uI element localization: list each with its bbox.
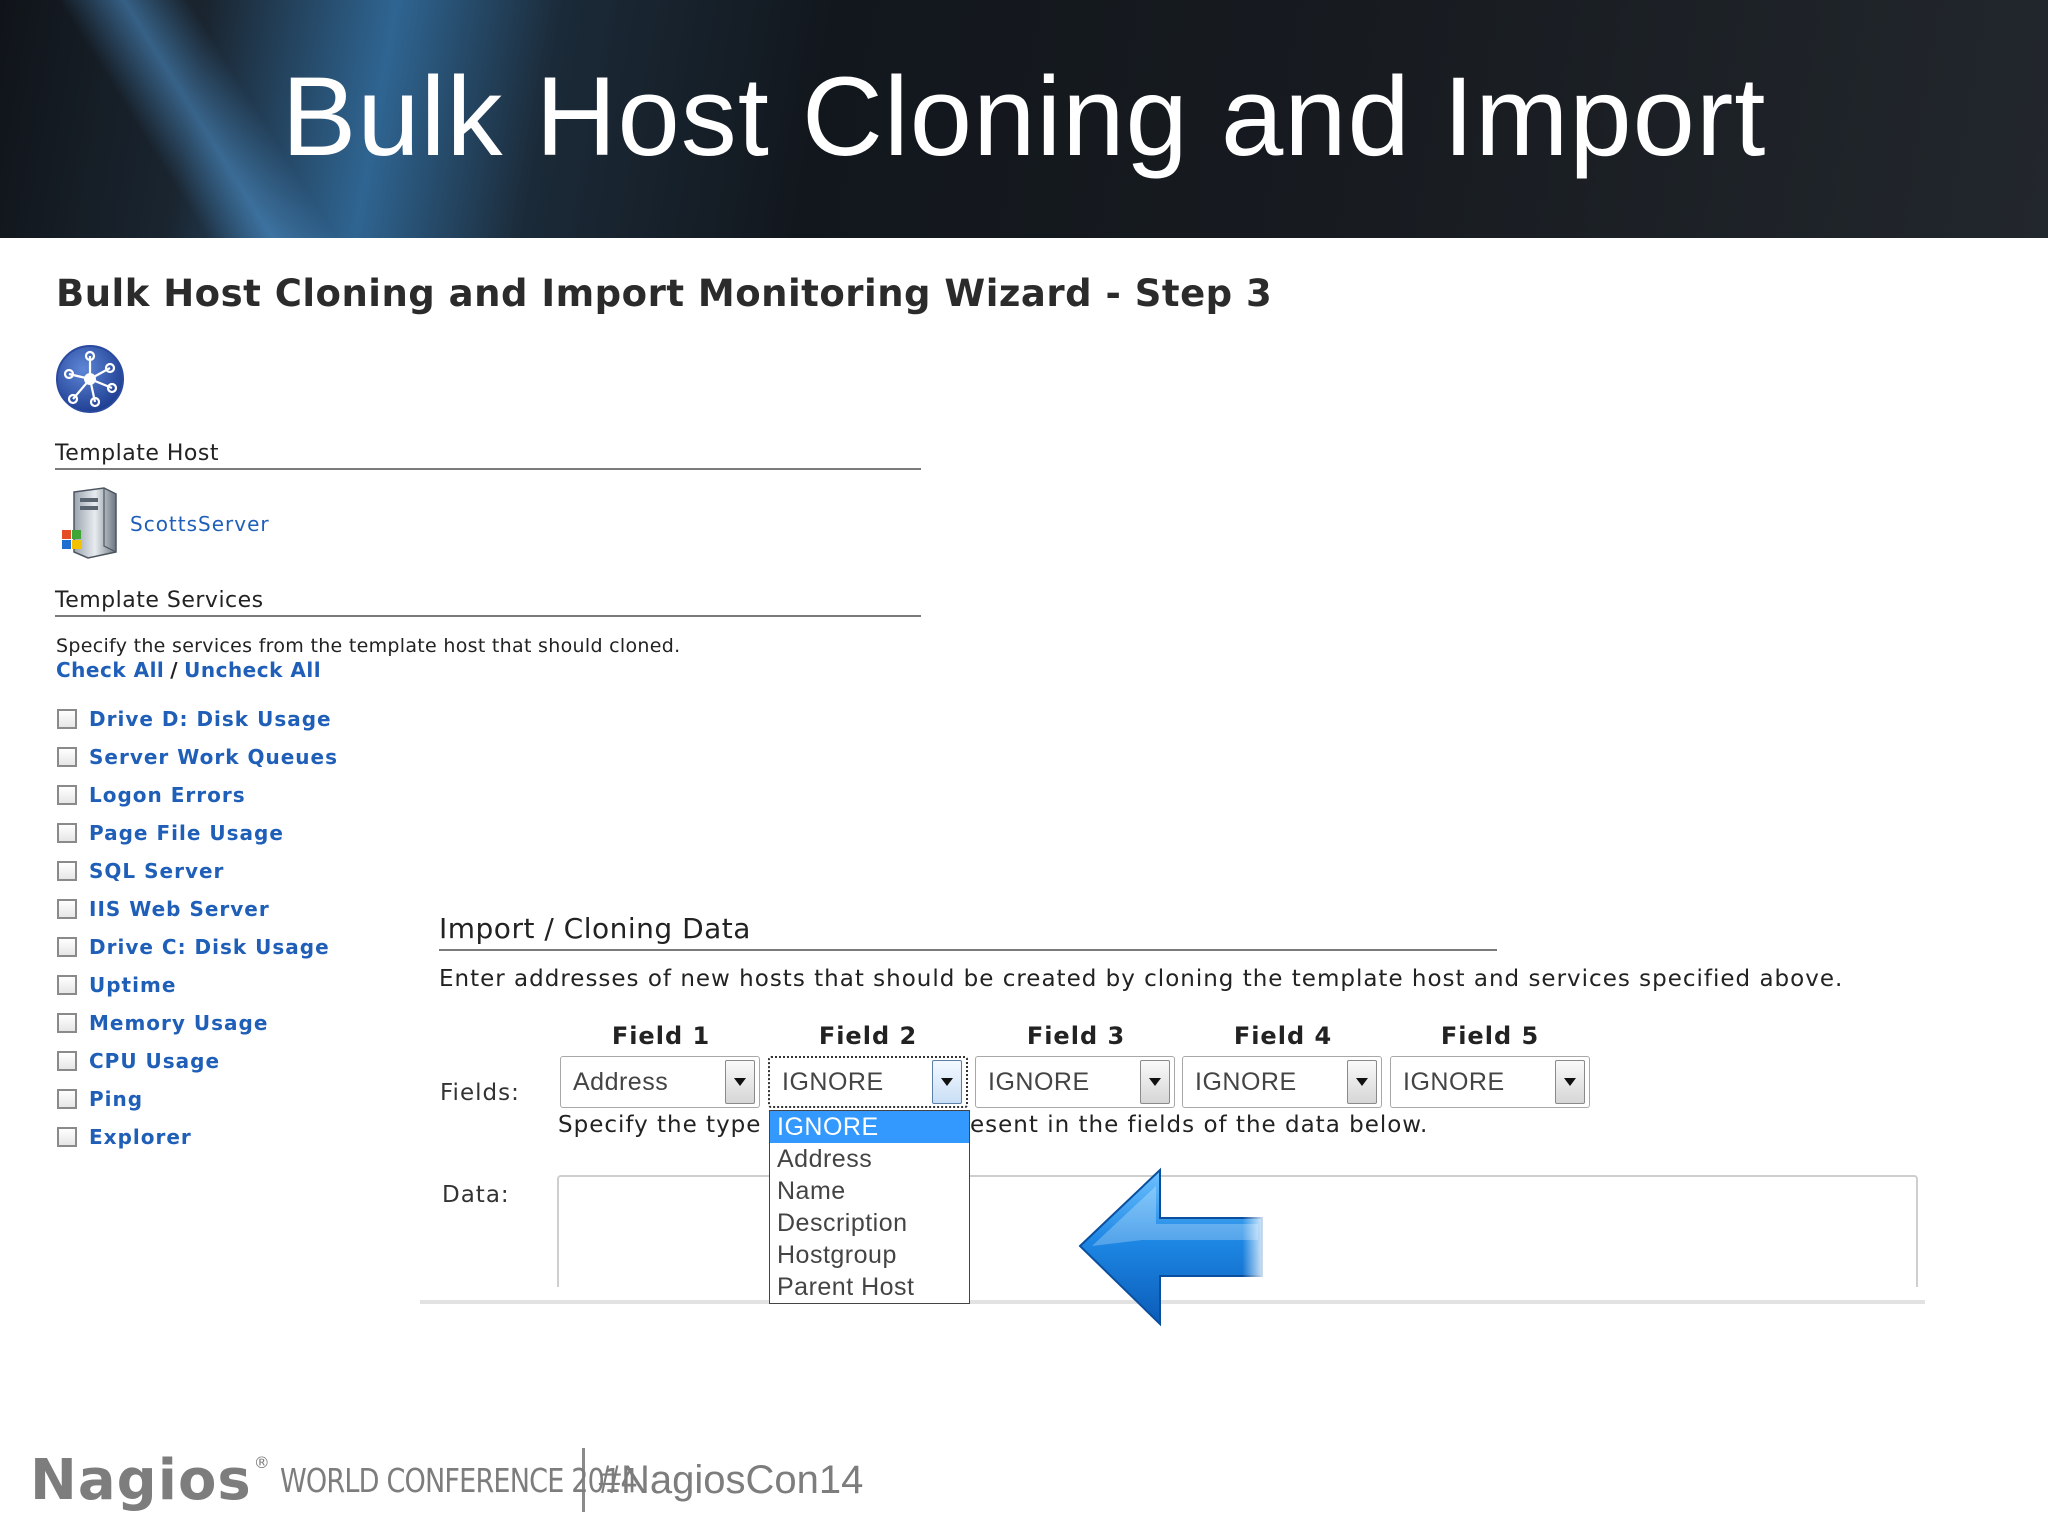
registered-mark: ® <box>253 1452 270 1472</box>
dropdown-option-address[interactable]: Address <box>770 1143 969 1175</box>
field-3-value: IGNORE <box>988 1067 1090 1096</box>
conference-hashtag: #NagiosCon14 <box>598 1457 864 1502</box>
windows-server-icon <box>62 487 117 559</box>
template-host-heading: Template Host <box>55 441 921 470</box>
field-1-header: Field 1 <box>611 1022 711 1050</box>
slide-banner: Bulk Host Cloning and Import <box>0 0 2048 238</box>
dropdown-option-hostgroup[interactable]: Hostgroup <box>770 1239 969 1271</box>
blue-left-arrow-icon <box>1078 1167 1264 1327</box>
field-2-dropdown-list[interactable]: IGNORE Address Name Description Hostgrou… <box>769 1110 970 1304</box>
wizard-title: Bulk Host Cloning and Import Monitoring … <box>56 272 1273 315</box>
service-checkbox[interactable] <box>57 709 77 729</box>
service-item[interactable]: Ping <box>57 1085 143 1113</box>
field-4-header: Field 4 <box>1233 1022 1333 1050</box>
service-item[interactable]: Logon Errors <box>57 781 246 809</box>
service-item[interactable]: Memory Usage <box>57 1009 268 1037</box>
dropdown-option-description[interactable]: Description <box>770 1207 969 1239</box>
service-checkbox[interactable] <box>57 1013 77 1033</box>
service-checkbox[interactable] <box>57 747 77 767</box>
service-label[interactable]: Ping <box>89 1087 143 1111</box>
service-label[interactable]: Drive C: Disk Usage <box>89 935 330 959</box>
service-checkbox[interactable] <box>57 861 77 881</box>
field-4-value: IGNORE <box>1195 1067 1297 1096</box>
network-hub-icon <box>56 345 124 413</box>
field-1-select[interactable]: Address <box>560 1056 760 1108</box>
import-cloning-heading: Import / Cloning Data <box>439 912 1497 951</box>
service-checkbox[interactable] <box>57 1127 77 1147</box>
data-label: Data: <box>442 1182 510 1208</box>
service-item[interactable]: Drive D: Disk Usage <box>57 705 332 733</box>
field-1-value: Address <box>573 1067 669 1096</box>
service-item[interactable]: Drive C: Disk Usage <box>57 933 330 961</box>
check-links: Check All / Uncheck All <box>56 658 321 682</box>
fields-hint-end: esent in the fields of the data below. <box>970 1112 1429 1138</box>
service-label[interactable]: Page File Usage <box>89 821 284 845</box>
service-checkbox[interactable] <box>57 937 77 957</box>
check-links-separator: / <box>170 658 179 682</box>
dropdown-option-parent-host[interactable]: Parent Host <box>770 1271 969 1303</box>
service-label[interactable]: Explorer <box>89 1125 192 1149</box>
template-services-description: Specify the services from the template h… <box>56 635 681 657</box>
field-5-select[interactable]: IGNORE <box>1390 1056 1590 1108</box>
field-4-select[interactable]: IGNORE <box>1182 1056 1382 1108</box>
slide-title: Bulk Host Cloning and Import <box>281 54 1767 179</box>
chevron-down-icon[interactable] <box>1347 1060 1377 1104</box>
service-label[interactable]: Logon Errors <box>89 783 246 807</box>
service-checkbox[interactable] <box>57 899 77 919</box>
chevron-down-icon[interactable] <box>1555 1060 1585 1104</box>
fields-hint-start: Specify the type <box>558 1112 762 1138</box>
service-label[interactable]: IIS Web Server <box>89 897 270 921</box>
field-5-header: Field 5 <box>1440 1022 1540 1050</box>
field-3-header: Field 3 <box>1026 1022 1126 1050</box>
template-services-heading: Template Services <box>55 588 921 617</box>
service-label[interactable]: Uptime <box>89 973 176 997</box>
field-5-value: IGNORE <box>1403 1067 1505 1096</box>
service-label[interactable]: Memory Usage <box>89 1011 268 1035</box>
dropdown-option-name[interactable]: Name <box>770 1175 969 1207</box>
uncheck-all-link[interactable]: Uncheck All <box>184 658 321 682</box>
conference-name: WORLD CONFERENCE 2014 <box>279 1460 638 1500</box>
service-checkbox[interactable] <box>57 1051 77 1071</box>
template-host-link[interactable]: ScottsServer <box>130 512 270 536</box>
service-checkbox[interactable] <box>57 823 77 843</box>
service-label[interactable]: Drive D: Disk Usage <box>89 707 332 731</box>
fields-label: Fields: <box>440 1080 520 1106</box>
service-item[interactable]: Server Work Queues <box>57 743 338 771</box>
service-checkbox[interactable] <box>57 1089 77 1109</box>
field-2-header: Field 2 <box>818 1022 918 1050</box>
conference-footer: Nagios ® WORLD CONFERENCE 2014 #NagiosCon… <box>30 1440 863 1520</box>
service-label[interactable]: Server Work Queues <box>89 745 338 769</box>
service-item[interactable]: IIS Web Server <box>57 895 270 923</box>
chevron-down-icon[interactable] <box>725 1060 755 1104</box>
service-label[interactable]: CPU Usage <box>89 1049 220 1073</box>
service-label[interactable]: SQL Server <box>89 859 224 883</box>
check-all-link[interactable]: Check All <box>56 658 164 682</box>
nagios-logo: Nagios <box>30 1447 252 1513</box>
service-checkbox[interactable] <box>57 975 77 995</box>
field-2-value: IGNORE <box>782 1067 884 1096</box>
service-item[interactable]: Uptime <box>57 971 176 999</box>
chevron-down-icon[interactable] <box>1140 1060 1170 1104</box>
field-2-select[interactable]: IGNORE <box>768 1056 968 1108</box>
service-item[interactable]: CPU Usage <box>57 1047 220 1075</box>
service-item[interactable]: SQL Server <box>57 857 224 885</box>
import-description: Enter addresses of new hosts that should… <box>439 966 1844 992</box>
service-checkbox[interactable] <box>57 785 77 805</box>
dropdown-option-ignore[interactable]: IGNORE <box>770 1111 969 1143</box>
service-item[interactable]: Page File Usage <box>57 819 284 847</box>
field-3-select[interactable]: IGNORE <box>975 1056 1175 1108</box>
service-item[interactable]: Explorer <box>57 1123 192 1151</box>
chevron-down-icon[interactable] <box>932 1060 962 1104</box>
